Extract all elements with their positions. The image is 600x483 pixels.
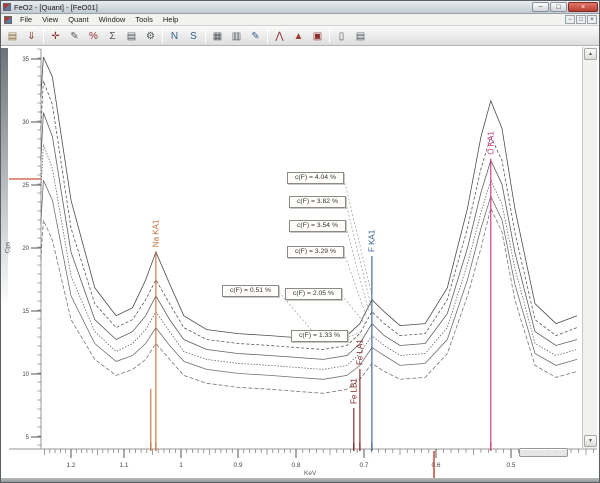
svg-text:25: 25	[22, 183, 29, 189]
chart-window: 35302520151051.21.110.90.80.70.60.5Na KA…	[1, 46, 600, 483]
annotate-icon[interactable]: ✎	[66, 28, 83, 44]
svg-text:Na KA1: Na KA1	[151, 219, 160, 247]
toolbar-separator	[205, 29, 206, 43]
quantify-percent-icon[interactable]: %	[85, 28, 102, 44]
toolbar-separator	[267, 29, 268, 43]
sum-spectrum-icon[interactable]: Σ	[104, 28, 121, 44]
x-axis-title: KeV	[304, 470, 316, 477]
peak-id-icon[interactable]: ⋀	[271, 28, 288, 44]
menu-item-tools[interactable]: Tools	[130, 15, 158, 24]
application-window: FeO2 - [Quant] - [FeO01] − □ × FileViewQ…	[0, 0, 600, 483]
mdi-restore-button[interactable]: □	[576, 15, 586, 24]
element-n-icon[interactable]: N	[166, 28, 183, 44]
settings-icon[interactable]: ⚙	[142, 28, 159, 44]
toolbar-separator	[162, 29, 163, 43]
x-scroll-thumb[interactable]	[519, 448, 568, 457]
maximize-button[interactable]: □	[550, 2, 567, 12]
close-button[interactable]: ×	[568, 2, 598, 12]
svg-text:10: 10	[22, 372, 29, 378]
svg-text:O KA1: O KA1	[486, 131, 495, 155]
concentration-callout[interactable]: c(F) = 3.54 %	[289, 220, 346, 232]
concentration-callout[interactable]: c(F) = 3.82 %	[289, 196, 346, 208]
mdi-close-button[interactable]: ×	[587, 15, 597, 24]
concentration-callout[interactable]: c(F) = 0.51 %	[222, 285, 279, 297]
window-edge-shadow	[1, 48, 8, 308]
svg-text:20: 20	[22, 246, 29, 252]
minimize-button[interactable]: −	[532, 2, 549, 12]
svg-text:0.8: 0.8	[291, 462, 300, 469]
spectra-overlay-icon[interactable]: ▲	[290, 28, 307, 44]
svg-text:1.1: 1.1	[119, 462, 128, 469]
vertical-scrollbar[interactable]: ▲ ▼	[582, 47, 597, 448]
menu-item-window[interactable]: Window	[94, 15, 131, 24]
table-view-icon[interactable]: ▦	[209, 28, 226, 44]
print-icon[interactable]: ▤	[352, 28, 369, 44]
svg-text:Fe LA1: Fe LA1	[355, 339, 364, 365]
scroll-up-icon[interactable]: ▲	[584, 48, 597, 60]
element-s-icon[interactable]: S	[185, 28, 202, 44]
toolbar-separator	[329, 29, 330, 43]
menu-item-file[interactable]: File	[15, 15, 37, 24]
acquire-spectrum-icon[interactable]: ✛	[47, 28, 64, 44]
window-bottom-edge	[1, 478, 600, 483]
report-view-icon[interactable]: ▥	[228, 28, 245, 44]
menu-item-quant[interactable]: Quant	[63, 15, 93, 24]
svg-text:1.2: 1.2	[66, 462, 75, 469]
concentration-callout[interactable]: c(F) = 1.33 %	[291, 330, 348, 342]
new-document-icon[interactable]: ▯	[333, 28, 350, 44]
concentration-callout[interactable]: c(F) = 3.29 %	[287, 246, 344, 258]
svg-text:1: 1	[179, 462, 183, 469]
svg-text:0.5: 0.5	[506, 462, 515, 469]
svg-text:Fe LB1: Fe LB1	[349, 378, 358, 404]
toolbar-separator	[43, 29, 44, 43]
svg-text:30: 30	[22, 120, 29, 126]
menu-item-view[interactable]: View	[37, 15, 63, 24]
svg-text:F KA1: F KA1	[367, 229, 376, 252]
import-spectrum-icon[interactable]: ⇓	[23, 28, 40, 44]
scroll-down-icon[interactable]: ▼	[584, 435, 597, 447]
edit-labels-icon[interactable]: ✎	[247, 28, 264, 44]
svg-text:0.9: 0.9	[233, 462, 242, 469]
window-title: FeO2 - [Quant] - [FeO01]	[14, 3, 98, 12]
title-bar: FeO2 - [Quant] - [FeO01] − □ ×	[1, 1, 599, 14]
menu-item-help[interactable]: Help	[158, 15, 183, 24]
app-icon	[3, 3, 11, 11]
chart-plot-area[interactable]: 35302520151051.21.110.90.80.70.60.5Na KA…	[1, 46, 600, 483]
toolbar: ▤⇓✛✎%Σ▤⚙NS▦▥✎⋀▲▣▯▤	[1, 26, 599, 46]
concentration-callout[interactable]: c(F) = 4.04 %	[287, 172, 344, 184]
mdi-document-icon	[4, 16, 12, 24]
svg-text:0.6: 0.6	[431, 462, 440, 469]
mdi-minimize-button[interactable]: −	[565, 15, 575, 24]
save-results-icon[interactable]: ▣	[309, 28, 326, 44]
svg-text:0.7: 0.7	[359, 462, 368, 469]
menu-bar: FileViewQuantWindowToolsHelp	[1, 14, 599, 26]
svg-text:35: 35	[22, 57, 29, 63]
y-axis-title: Cps	[4, 242, 11, 254]
print-preview-icon[interactable]: ▤	[123, 28, 140, 44]
concentration-callout[interactable]: c(F) = 2.05 %	[285, 288, 342, 300]
open-file-icon[interactable]: ▤	[4, 28, 21, 44]
svg-text:15: 15	[22, 309, 29, 315]
